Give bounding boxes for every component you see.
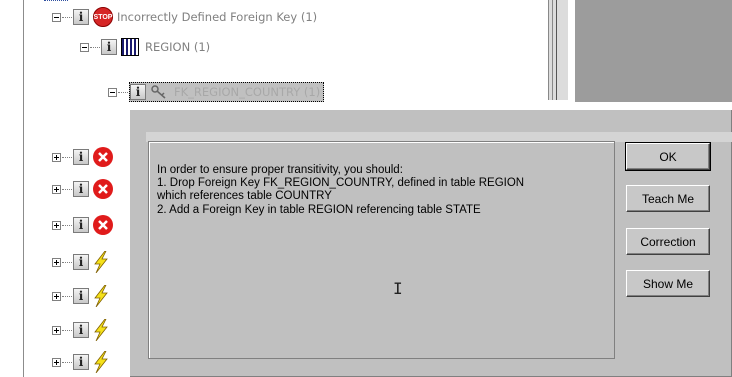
- tree-row-error-2[interactable]: i: [52, 177, 113, 201]
- tree-row-error-3[interactable]: i: [52, 213, 113, 237]
- correction-button[interactable]: Correction: [626, 228, 710, 255]
- expand-icon[interactable]: [52, 184, 61, 194]
- lightning-icon: [94, 285, 108, 307]
- message-line: 2. Add a Foreign Key in table REGION ref…: [157, 203, 481, 216]
- tree-connector: [90, 46, 100, 48]
- selected-node[interactable]: i FK_REGION_COUNTRY (1): [129, 82, 325, 102]
- tree-row-warning-2[interactable]: i: [52, 284, 109, 308]
- message-line: In order to ensure proper transitivity, …: [157, 164, 403, 176]
- info-icon[interactable]: i: [130, 84, 146, 100]
- message-line: 1. Drop Foreign Key FK_REGION_COUNTRY, d…: [157, 177, 525, 190]
- error-x-icon: [93, 179, 113, 199]
- info-icon[interactable]: i: [73, 322, 89, 338]
- expand-icon[interactable]: [52, 291, 61, 301]
- tree-row-label: FK_REGION_COUNTRY (1): [174, 85, 321, 99]
- tree-row-warning-3[interactable]: i: [52, 318, 109, 342]
- tree-row-partial: [44, 0, 68, 4]
- tree-row-incorrect-fk[interactable]: i STOP Incorrectly Defined Foreign Key (…: [52, 5, 317, 29]
- tree-connector: [62, 188, 72, 190]
- info-icon[interactable]: i: [73, 254, 89, 270]
- message-panel[interactable]: In order to ensure proper transitivity, …: [148, 141, 615, 359]
- tree-row-warning-1[interactable]: i: [52, 250, 109, 274]
- tree-connector: [62, 295, 72, 297]
- splitter-bar[interactable]: [548, 0, 568, 100]
- tree-row-label: REGION (1): [145, 40, 211, 54]
- stop-sign-icon: STOP: [93, 7, 113, 27]
- message-text: In order to ensure proper transitivity, …: [157, 164, 607, 217]
- splitter-line: [548, 0, 549, 100]
- info-icon[interactable]: i: [73, 217, 89, 233]
- advice-dialog: In order to ensure proper transitivity, …: [128, 108, 732, 377]
- expand-icon[interactable]: [52, 357, 61, 367]
- key-icon: [151, 85, 166, 99]
- expand-icon[interactable]: [52, 257, 61, 267]
- collapse-icon[interactable]: [80, 42, 89, 52]
- tree-row-label: Incorrectly Defined Foreign Key (1): [117, 10, 318, 24]
- text-cursor-icon: I: [393, 279, 403, 298]
- info-icon[interactable]: i: [73, 149, 89, 165]
- tree-connector: [62, 361, 72, 363]
- expand-icon[interactable]: [52, 220, 61, 230]
- error-x-icon: [93, 215, 113, 235]
- expand-icon[interactable]: [52, 152, 61, 162]
- info-icon[interactable]: i: [73, 288, 89, 304]
- lightning-icon: [94, 351, 108, 373]
- table-icon: [121, 38, 139, 56]
- tree-connector: [62, 16, 72, 18]
- collapse-icon[interactable]: [108, 87, 117, 97]
- splitter-line: [552, 0, 553, 100]
- right-panel-background: [575, 0, 732, 102]
- tree-row-warning-4[interactable]: i: [52, 350, 109, 374]
- ok-button[interactable]: OK: [625, 142, 711, 171]
- tree-connector: [62, 156, 72, 158]
- tree-connector: [62, 261, 72, 263]
- expand-icon[interactable]: [52, 325, 61, 335]
- error-x-icon: [93, 147, 113, 167]
- tree-guide-line: [23, 0, 24, 377]
- splitter-line: [556, 0, 557, 100]
- info-icon[interactable]: i: [73, 9, 89, 25]
- teach-me-button[interactable]: Teach Me: [626, 185, 710, 212]
- lightning-icon: [94, 251, 108, 273]
- info-icon[interactable]: i: [73, 181, 89, 197]
- tree-connector: [62, 329, 72, 331]
- tree-row-error-1[interactable]: i: [52, 145, 113, 169]
- info-icon[interactable]: i: [101, 39, 117, 55]
- tree-connector: [118, 91, 128, 93]
- tree-connector: [62, 224, 72, 226]
- show-me-button[interactable]: Show Me: [626, 270, 710, 297]
- info-icon[interactable]: i: [73, 354, 89, 370]
- tree-row-fk-region-country[interactable]: i FK_REGION_COUNTRY (1): [108, 80, 325, 104]
- tree-row-region[interactable]: i REGION (1): [80, 35, 210, 59]
- lightning-icon: [94, 319, 108, 341]
- message-line: which references table COUNTRY: [157, 190, 332, 203]
- collapse-icon[interactable]: [52, 12, 61, 22]
